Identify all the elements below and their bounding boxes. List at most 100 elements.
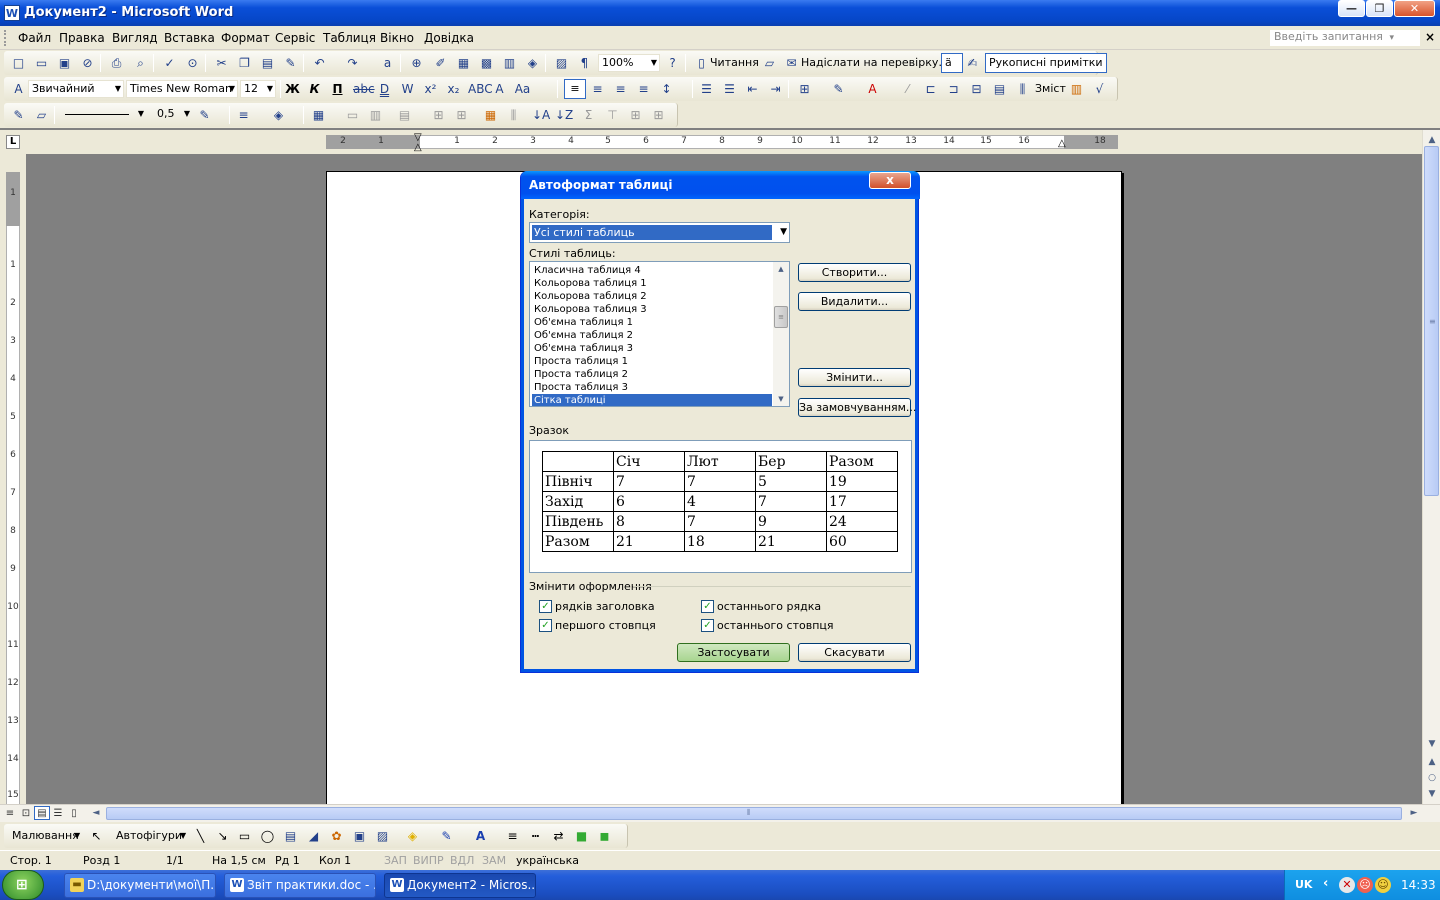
line-icon[interactable]: ╲ xyxy=(192,828,209,844)
status-ext[interactable]: ВДЛ xyxy=(450,854,474,867)
last-column-label[interactable]: останнього стовпця xyxy=(717,619,834,632)
outline-icon[interactable]: ⫼ xyxy=(1014,81,1031,97)
horizontal-scrollbar[interactable]: ≡ ⊡ ▤ ☰ ▯ ◄ ⦀ ► xyxy=(0,804,1440,822)
chart-icon[interactable]: ▥ xyxy=(1068,81,1085,97)
new-document-icon[interactable]: □ xyxy=(10,55,27,71)
list-item[interactable]: Об'ємна таблиця 1 xyxy=(532,316,772,329)
text-direction-icon[interactable]: ⁄ xyxy=(899,81,916,97)
list-item[interactable]: Проста таблиця 1 xyxy=(532,355,772,368)
outside-border-icon[interactable]: ≡ xyxy=(235,107,252,123)
select-objects-icon[interactable]: ↖ xyxy=(88,828,105,844)
first-column-label[interactable]: першого стовпця xyxy=(555,619,656,632)
merge-cells-icon[interactable]: ▭ xyxy=(344,107,361,123)
borders-icon[interactable]: ⊞ xyxy=(796,81,813,97)
insert-column-icon[interactable]: ⊞ xyxy=(650,107,667,123)
menu-insert[interactable]: Вставка xyxy=(164,31,215,45)
italic-icon[interactable]: К xyxy=(306,81,323,97)
menu-table[interactable]: Таблиця xyxy=(323,31,376,45)
show-hidden-icons-icon[interactable]: ‹ xyxy=(1323,876,1328,891)
ink-annotations-button[interactable]: Рукописні примітки xyxy=(985,53,1107,73)
dash-style-icon[interactable]: ┅ xyxy=(527,828,544,844)
shadow-style-icon[interactable]: ■ xyxy=(573,828,590,844)
zoom-select[interactable]: 100% ▼ xyxy=(598,54,660,72)
split-cells-icon[interactable]: ▥ xyxy=(367,107,384,123)
show-hide-icon[interactable]: ¶ xyxy=(576,55,593,71)
ink-comment-icon[interactable]: ✍ xyxy=(964,55,981,71)
autoshapes-button[interactable]: Автофігури xyxy=(116,829,182,842)
taskbar-item-document2[interactable]: W Документ2 - Micros... xyxy=(384,873,536,898)
line-style-select[interactable]: ▼ xyxy=(62,106,146,124)
change-case-icon[interactable]: A xyxy=(491,81,508,97)
paragraph-spacing-icon[interactable]: ⊏ xyxy=(922,81,939,97)
close-button[interactable]: ✕ xyxy=(1394,0,1435,17)
next-page-icon[interactable]: ▼ xyxy=(1424,786,1440,802)
table-styles-list[interactable]: Класична таблиця 4 Кольорова таблиця 1 К… xyxy=(529,261,790,407)
insert-row-icon[interactable]: ⊞ xyxy=(627,107,644,123)
highlight-icon[interactable]: ✎ xyxy=(830,81,847,97)
line-style-icon[interactable]: ≡ xyxy=(504,828,521,844)
messenger-icon[interactable]: ☹ xyxy=(1357,877,1373,893)
list-item[interactable]: Об'ємна таблиця 2 xyxy=(532,329,772,342)
picture-icon[interactable]: ▨ xyxy=(374,828,391,844)
align-right-icon[interactable]: ≡ xyxy=(612,81,629,97)
menu-tools[interactable]: Сервіс xyxy=(275,31,315,45)
scroll-left-icon[interactable]: ◄ xyxy=(88,805,104,821)
ask-question-input[interactable]: Введіть запитання ▾ xyxy=(1270,30,1420,46)
numbering-icon[interactable]: ☰ xyxy=(698,81,715,97)
character-scale-icon[interactable]: Aa xyxy=(514,81,531,97)
table-autoformat-icon[interactable]: ▦ xyxy=(482,107,499,123)
ink-drawing-icon[interactable]: ä xyxy=(941,53,963,73)
diagram-icon[interactable]: ✿ xyxy=(328,828,345,844)
scroll-up-icon[interactable]: ▲ xyxy=(773,262,789,276)
scroll-right-icon[interactable]: ► xyxy=(1406,805,1422,821)
web-view-icon[interactable]: ⊡ xyxy=(18,807,34,821)
chevron-down-icon[interactable]: ▼ xyxy=(74,831,80,840)
menu-format[interactable]: Формат xyxy=(221,31,270,45)
minimize-button[interactable]: — xyxy=(1338,0,1365,17)
last-row-checkbox[interactable]: ✓ xyxy=(701,600,714,613)
line-spacing-icon[interactable]: ↕ xyxy=(658,81,675,97)
increase-indent-icon[interactable]: ⇥ xyxy=(767,81,784,97)
autosum-icon[interactable]: Σ xyxy=(580,107,597,123)
dialog-title-bar[interactable]: Автоформат таблиці x xyxy=(521,171,920,199)
copy-icon[interactable]: ❐ xyxy=(236,55,253,71)
shading-color-icon[interactable]: ◈ xyxy=(270,107,287,123)
toc-button[interactable]: Зміст xyxy=(1035,82,1066,95)
chevron-down-icon[interactable]: ▼ xyxy=(180,831,186,840)
dialog-close-button[interactable]: x xyxy=(869,172,911,189)
status-ovr[interactable]: ЗАМ xyxy=(482,854,506,867)
vertical-scroll-thumb[interactable]: ≡ xyxy=(1424,146,1439,496)
undo-icon[interactable]: ↶ xyxy=(311,55,328,71)
start-button[interactable]: ⊞ xyxy=(2,870,44,900)
insert-excel-icon[interactable]: ▩ xyxy=(478,55,495,71)
equation-icon[interactable]: √ xyxy=(1091,81,1108,97)
security-alert-icon[interactable]: ✕ xyxy=(1339,877,1355,893)
wordart-icon[interactable]: W xyxy=(399,81,416,97)
redo-icon[interactable]: ↷ xyxy=(344,55,361,71)
clip-art-icon[interactable]: ▣ xyxy=(351,828,368,844)
align-cell-icon[interactable]: ▤ xyxy=(396,107,413,123)
insert-frame-icon[interactable]: ⊐ xyxy=(945,81,962,97)
reading-button[interactable]: Читання xyxy=(710,56,759,69)
set-default-button[interactable]: За замовчуванням... xyxy=(798,398,916,417)
toolbar-grip[interactable] xyxy=(4,30,8,46)
open-icon[interactable]: ▭ xyxy=(33,55,50,71)
align-left-icon[interactable]: ≡ xyxy=(564,79,586,99)
help-icon[interactable]: ? xyxy=(664,55,681,71)
rectangle-icon[interactable]: ▭ xyxy=(236,828,253,844)
font-color-draw-icon[interactable]: A xyxy=(472,828,489,844)
text-box-icon[interactable]: ▤ xyxy=(282,828,299,844)
status-smiley-icon[interactable]: ☺ xyxy=(1375,877,1391,893)
styles-icon[interactable]: A xyxy=(10,81,27,97)
columns-icon[interactable]: ▥ xyxy=(501,55,518,71)
permission-icon[interactable]: ⊘ xyxy=(79,55,96,71)
font-color-icon[interactable]: A xyxy=(864,81,881,97)
print-icon[interactable]: ⎙ xyxy=(108,55,125,71)
tables-borders-icon[interactable]: ✐ xyxy=(432,55,449,71)
create-style-button[interactable]: Створити... xyxy=(798,263,911,282)
distribute-rows-icon[interactable]: ⊞ xyxy=(430,107,447,123)
format-painter-icon[interactable]: ✎ xyxy=(282,55,299,71)
left-indent-marker[interactable]: △ xyxy=(414,142,422,153)
font-select[interactable]: Times New Roman ▼ xyxy=(126,80,238,98)
research-icon[interactable]: ⊙ xyxy=(184,55,201,71)
